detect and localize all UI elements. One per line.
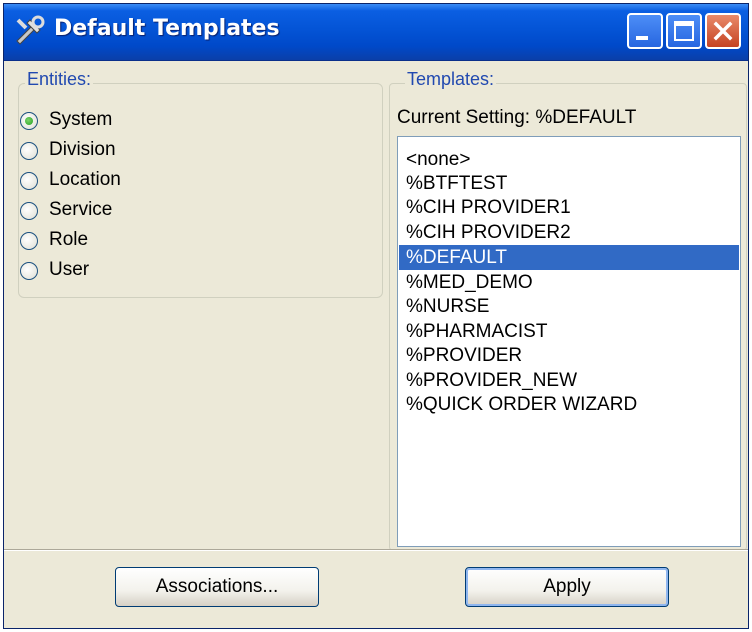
minimize-button[interactable]	[627, 13, 663, 49]
tools-icon	[16, 15, 45, 45]
radio-label: System	[49, 109, 113, 130]
minimize-icon	[636, 36, 648, 40]
list-item[interactable]: %PROVIDER_NEW	[399, 368, 739, 393]
list-item[interactable]: %PHARMACIST	[399, 319, 739, 344]
list-item[interactable]: %QUICK ORDER WIZARD	[399, 392, 739, 417]
maximize-button[interactable]	[666, 13, 702, 49]
list-item[interactable]: %MED_DEMO	[399, 270, 739, 295]
apply-button[interactable]: Apply	[465, 567, 669, 607]
list-item[interactable]: %PROVIDER	[399, 343, 739, 368]
radio-button[interactable]	[20, 142, 38, 160]
list-item[interactable]: %NURSE	[399, 294, 739, 319]
radio-button[interactable]	[20, 262, 38, 280]
current-setting-label: Current Setting: %DEFAULT	[397, 107, 637, 128]
radio-dot	[25, 117, 33, 125]
radio-label: Role	[49, 229, 89, 250]
templates-label: Templates:	[405, 69, 497, 90]
radio-button-selected[interactable]	[20, 112, 38, 130]
radio-button[interactable]	[20, 202, 38, 220]
list-item[interactable]: <none>	[399, 147, 739, 172]
radio-label: Service	[49, 199, 113, 220]
window-title: Default Templates	[54, 16, 280, 41]
list-item-selected[interactable]: %DEFAULT	[399, 245, 739, 270]
radio-button[interactable]	[20, 172, 38, 190]
entities-label: Entities:	[25, 69, 94, 90]
title-bar[interactable]: Default Templates	[4, 4, 748, 61]
templates-listbox[interactable]: <none> %BTFTEST %CIH PROVIDER1 %CIH PROV…	[397, 136, 741, 547]
maximize-icon	[674, 21, 694, 41]
radio-label: Division	[49, 139, 116, 160]
close-icon	[713, 21, 733, 41]
radio-button[interactable]	[20, 232, 38, 250]
list-item[interactable]: %BTFTEST	[399, 171, 739, 196]
default-templates-window: Default Templates Entities: System Divis…	[3, 3, 749, 629]
close-button[interactable]	[705, 13, 741, 49]
bottom-divider-highlight	[4, 550, 748, 551]
radio-label: User	[49, 259, 90, 280]
list-item[interactable]: %CIH PROVIDER2	[399, 220, 739, 245]
associations-button[interactable]: Associations...	[115, 567, 319, 607]
radio-label: Location	[49, 169, 121, 190]
list-item[interactable]: %CIH PROVIDER1	[399, 195, 739, 220]
